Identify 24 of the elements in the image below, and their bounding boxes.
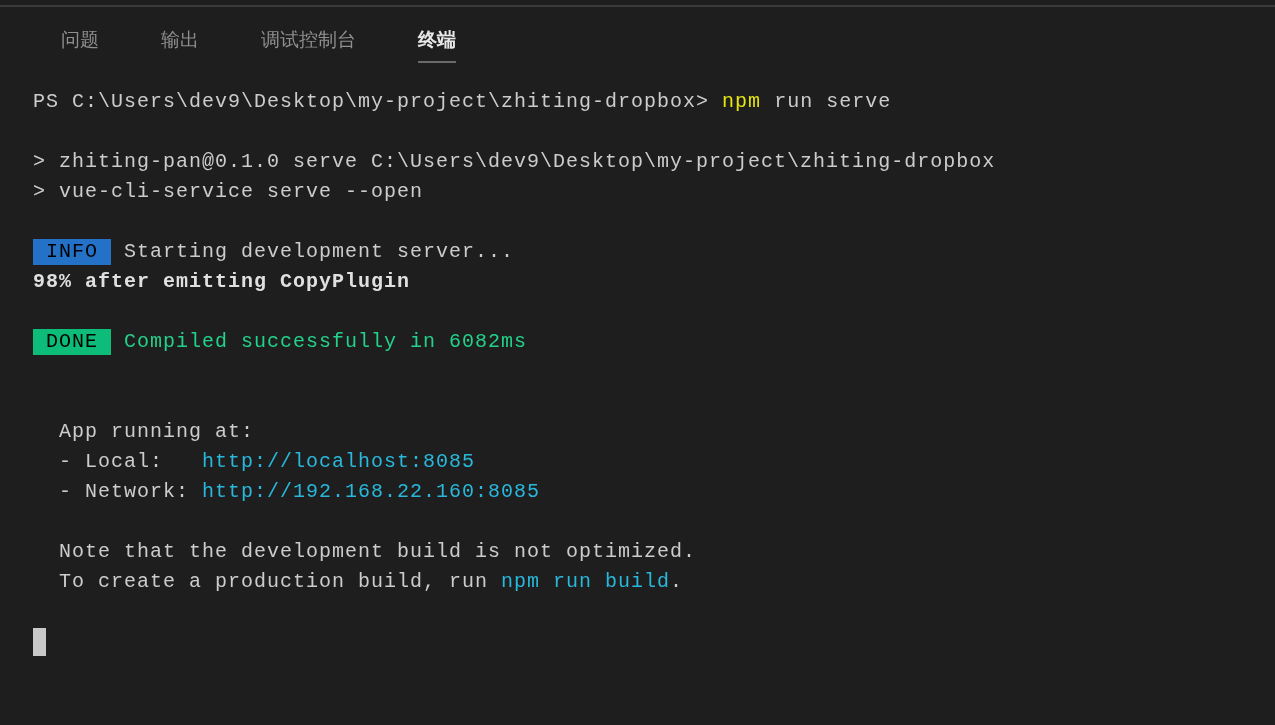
output-text: > zhiting-pan@0.1.0 serve C:\Users\dev9\Desktop\my-project\zhiting-dropbox xyxy=(33,149,996,175)
status-badge: INFO xyxy=(33,239,111,265)
command-text: npm xyxy=(722,89,762,115)
output-text: App running at: xyxy=(58,419,255,445)
panel-tab[interactable]: 调试控制台 xyxy=(261,27,356,63)
output-text: - Network: xyxy=(58,479,191,505)
panel-tab[interactable]: 输出 xyxy=(161,27,199,63)
output-text: > vue-cli-service serve --open xyxy=(33,179,424,205)
link[interactable]: http://localhost:8085 xyxy=(202,447,476,477)
link[interactable]: http://192.168.22.160:8085 xyxy=(202,477,541,507)
output-text: . xyxy=(670,569,684,595)
output-text: run serve xyxy=(773,89,892,115)
output-text: To create a production build, run xyxy=(58,569,490,595)
output-text: PS C:\Users\dev9\Desktop\my-project\zhiting-dropbox> xyxy=(33,89,711,115)
panel-tab[interactable]: 问题 xyxy=(61,27,99,63)
output-text: Compiled successfully in 6082ms xyxy=(123,329,528,355)
link[interactable]: npm run build xyxy=(501,567,671,597)
output-text: 98% after emitting CopyPlugin xyxy=(33,269,411,295)
output-text: Starting development server... xyxy=(123,239,515,265)
text-cursor xyxy=(33,628,46,656)
panel-tab[interactable]: 终端 xyxy=(418,27,456,63)
output-text: Note that the development build is not optimized. xyxy=(58,539,697,565)
output-text: - Local: xyxy=(58,449,165,475)
status-badge: DONE xyxy=(33,329,111,355)
